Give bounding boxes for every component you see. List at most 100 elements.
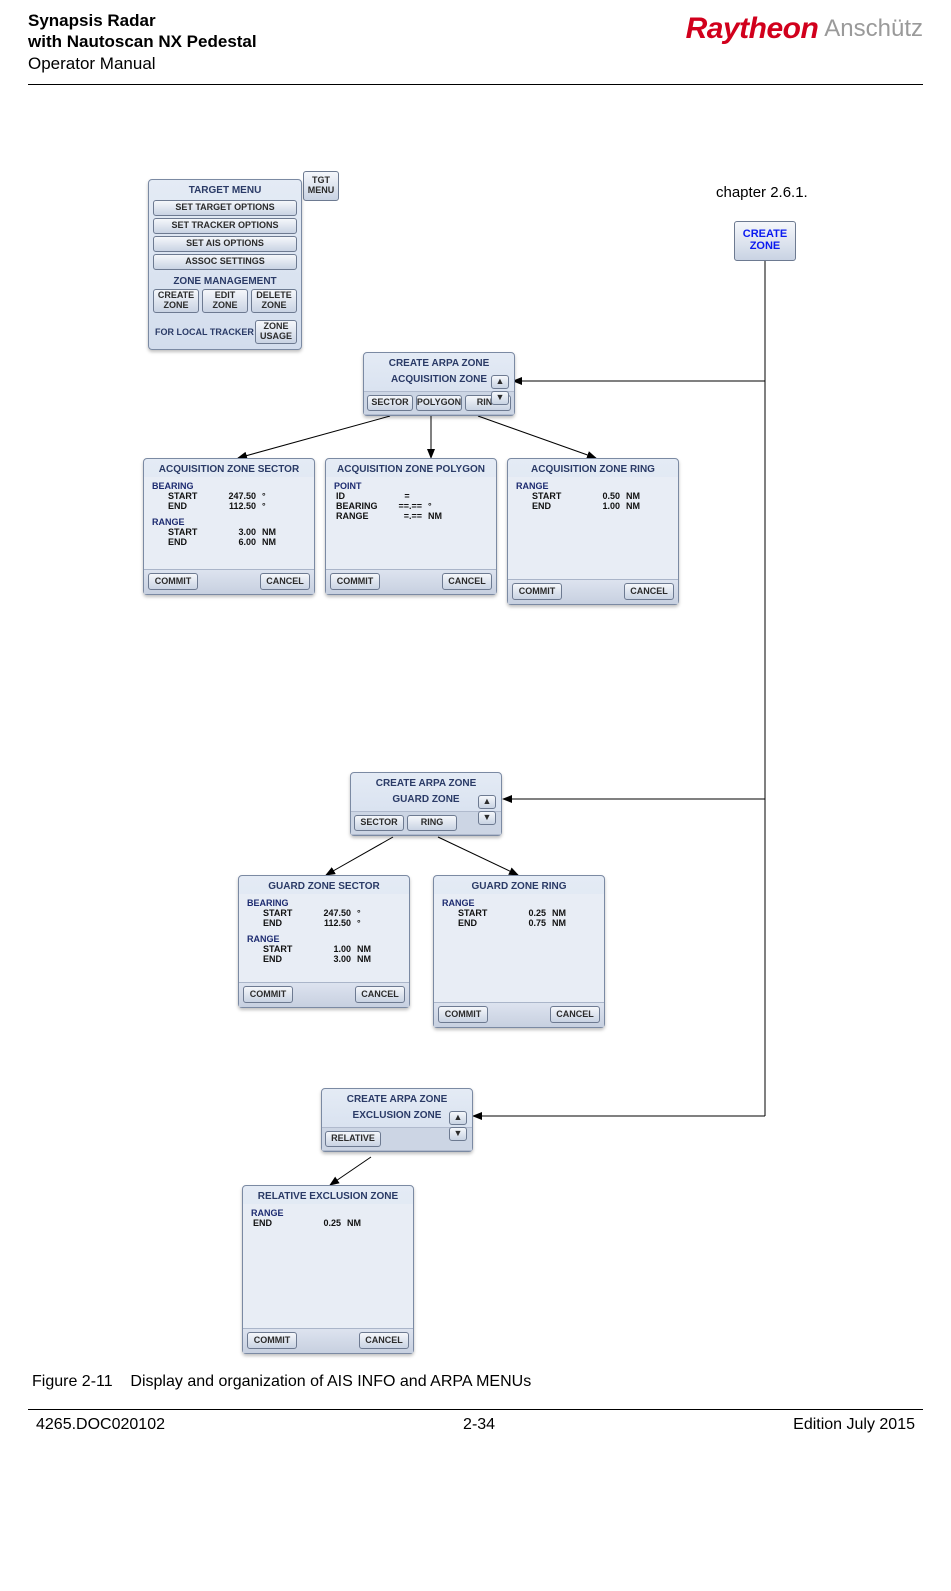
guard-ring-tab[interactable]: RING <box>407 815 457 831</box>
gs-be-v: 112.50 <box>311 918 351 928</box>
doc-title-3: Operator Manual <box>28 54 156 73</box>
r-end-u: NM <box>262 537 280 547</box>
rel-excl-panel: RELATIVE EXCLUSION ZONE RANGE END0.25NM … <box>242 1185 414 1354</box>
gs-be-u: ° <box>357 918 375 928</box>
gr-re-v: 0.75 <box>506 918 546 928</box>
figure-number: Figure 2-11 <box>32 1373 113 1390</box>
gs-rs-v: 1.00 <box>311 944 351 954</box>
gs-range-label: RANGE <box>247 934 401 944</box>
gs-rs-l: START <box>263 944 305 954</box>
create-zone-button[interactable]: CREATEZONE <box>734 221 796 261</box>
gr-cancel[interactable]: CANCEL <box>550 1006 600 1023</box>
set-tracker-options[interactable]: SET TRACKER OPTIONS <box>153 218 297 234</box>
local-tracker-label: FOR LOCAL TRACKER <box>155 327 254 337</box>
gs-be-l: END <box>263 918 305 928</box>
gr-re-l: END <box>458 918 500 928</box>
footer-edition: Edition July 2015 <box>793 1416 915 1434</box>
ar-start-u: NM <box>626 491 644 501</box>
gs-bs-u: ° <box>357 908 375 918</box>
zone-management-label: ZONE MANAGEMENT <box>149 272 301 289</box>
assoc-settings[interactable]: ASSOC SETTINGS <box>153 254 297 270</box>
footer-doc-number: 4265.DOC020102 <box>36 1416 165 1434</box>
target-menu-panel: TARGET MENU SET TARGET OPTIONS SET TRACK… <box>148 179 302 350</box>
delete-zone[interactable]: DELETEZONE <box>251 289 297 313</box>
gs-commit[interactable]: COMMIT <box>243 986 293 1003</box>
caz-title-1: CREATE ARPA ZONE <box>364 353 514 371</box>
guard-sector-tab[interactable]: SECTOR <box>354 815 404 831</box>
poly-id-v: = <box>392 491 422 501</box>
gs-cancel[interactable]: CANCEL <box>355 986 405 1003</box>
acq-sector-commit[interactable]: COMMIT <box>148 573 198 590</box>
gs-bs-l: START <box>263 908 305 918</box>
acquisition-selector: CREATE ARPA ZONE ACQUISITION ZONE ▲ ▼ SE… <box>363 352 515 416</box>
guard-ring-title: GUARD ZONE RING <box>434 876 604 894</box>
poly-brg-u: ° <box>428 501 446 511</box>
poly-id-l: ID <box>336 491 386 501</box>
anschutz-logo: Anschütz <box>824 15 923 43</box>
acq-poly-cancel[interactable]: CANCEL <box>442 573 492 590</box>
brand-logos: Raytheon Anschütz <box>686 12 923 46</box>
excl-down-icon[interactable]: ▼ <box>449 1127 467 1141</box>
point-label: POINT <box>334 481 488 491</box>
re-cancel[interactable]: CANCEL <box>359 1332 409 1349</box>
zone-usage[interactable]: ZONEUSAGE <box>255 320 297 344</box>
rel-excl-title: RELATIVE EXCLUSION ZONE <box>243 1186 413 1204</box>
ar-end-u: NM <box>626 501 644 511</box>
re-end-l: END <box>253 1218 295 1228</box>
guard-up-icon[interactable]: ▲ <box>478 795 496 809</box>
acq-polygon-tab[interactable]: POLYGON <box>416 395 462 411</box>
raytheon-logo: Raytheon <box>686 12 819 46</box>
ar-start-v: 0.50 <box>580 491 620 501</box>
gr-rs-u: NM <box>552 908 570 918</box>
r-end-l: END <box>168 537 210 547</box>
b-end-u: ° <box>262 501 280 511</box>
doc-title-2: with Nautoscan NX Pedestal <box>28 32 257 51</box>
re-commit[interactable]: COMMIT <box>247 1332 297 1349</box>
b-end-l: END <box>168 501 210 511</box>
acq-up-icon[interactable]: ▲ <box>491 375 509 389</box>
set-ais-options[interactable]: SET AIS OPTIONS <box>153 236 297 252</box>
re-end-u: NM <box>347 1218 365 1228</box>
gr-rs-l: START <box>458 908 500 918</box>
poly-rng-v: =.== <box>392 511 422 521</box>
ar-start-l: START <box>532 491 574 501</box>
tgt-menu-button[interactable]: TGTMENU <box>303 171 339 201</box>
chapter-reference: chapter 2.6.1. <box>716 184 808 201</box>
acq-poly-commit[interactable]: COMMIT <box>330 573 380 590</box>
r-start-l: START <box>168 527 210 537</box>
acq-ring-commit[interactable]: COMMIT <box>512 583 562 600</box>
ar-end-v: 1.00 <box>580 501 620 511</box>
caz-title-2: CREATE ARPA ZONE <box>351 773 501 791</box>
edit-zone[interactable]: EDITZONE <box>202 289 248 313</box>
create-zone-small[interactable]: CREATEZONE <box>153 289 199 313</box>
r-start-u: NM <box>262 527 280 537</box>
acq-sector-tab[interactable]: SECTOR <box>367 395 413 411</box>
excl-up-icon[interactable]: ▲ <box>449 1111 467 1125</box>
gr-range-label: RANGE <box>442 898 596 908</box>
gs-re-v: 3.00 <box>311 954 351 964</box>
guard-down-icon[interactable]: ▼ <box>478 811 496 825</box>
acq-down-icon[interactable]: ▼ <box>491 391 509 405</box>
poly-rng-l: RANGE <box>336 511 386 521</box>
acq-sector-cancel[interactable]: CANCEL <box>260 573 310 590</box>
poly-brg-v: ==.== <box>392 501 422 511</box>
doc-title-block: Synapsis Radar with Nautoscan NX Pedesta… <box>28 10 257 74</box>
excl-relative-tab[interactable]: RELATIVE <box>325 1131 381 1147</box>
acq-sector-panel: ACQUISITION ZONE SECTOR BEARING START247… <box>143 458 315 595</box>
acq-polygon-title: ACQUISITION ZONE POLYGON <box>326 459 496 477</box>
guard-ring-panel: GUARD ZONE RING RANGE START 0.25 NM END 0.7… <box>433 875 605 1028</box>
gr-rs-v: 0.25 <box>506 908 546 918</box>
acq-ring-cancel[interactable]: CANCEL <box>624 583 674 600</box>
acq-ring-range-label: RANGE <box>516 481 670 491</box>
gr-commit[interactable]: COMMIT <box>438 1006 488 1023</box>
doc-title-1: Synapsis Radar <box>28 11 156 30</box>
poly-brg-l: BEARING <box>336 501 386 511</box>
caz-title-3: CREATE ARPA ZONE <box>322 1089 472 1107</box>
set-target-options[interactable]: SET TARGET OPTIONS <box>153 200 297 216</box>
gs-rs-u: NM <box>357 944 375 954</box>
ar-end-l: END <box>532 501 574 511</box>
acq-sector-title: ACQUISITION ZONE SECTOR <box>144 459 314 477</box>
gs-re-u: NM <box>357 954 375 964</box>
b-start-l: START <box>168 491 210 501</box>
target-menu-title: TARGET MENU <box>149 180 301 198</box>
